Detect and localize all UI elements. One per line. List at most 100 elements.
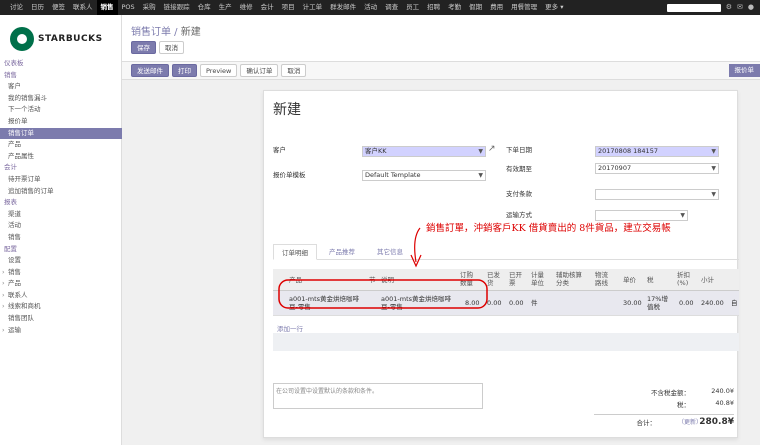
cell-discount: 0.00 (679, 299, 694, 307)
settings-icon[interactable]: ⚙ (726, 0, 732, 15)
top-menu-item[interactable]: 调查 (381, 0, 402, 15)
print-button[interactable]: 打印 (172, 64, 197, 77)
total-value: 280.8¥ (699, 417, 734, 427)
sidebar-item[interactable]: 产品 (0, 139, 122, 151)
top-menu-item[interactable]: 联系人 (69, 0, 97, 15)
validity-value: 20170907 (598, 164, 632, 172)
chevron-down-icon[interactable]: ▼ (680, 211, 685, 220)
send-email-button[interactable]: 发送邮件 (131, 64, 169, 77)
sidebar-item[interactable]: 我的销售漏斗 (0, 93, 122, 105)
top-menu-item[interactable]: 活动 (360, 0, 381, 15)
top-menu-item[interactable]: 招聘 (423, 0, 444, 15)
top-menu-item[interactable]: 生产 (215, 0, 236, 15)
top-menu-item[interactable]: 费用 (486, 0, 507, 15)
top-menu-item[interactable]: 链接跟踪 (160, 0, 194, 15)
col-qty: 订购 数量 (460, 271, 473, 287)
tab-other-info[interactable]: 其它信息 (369, 244, 411, 260)
sidebar-item[interactable]: 销售订单 (0, 127, 122, 140)
preview-button[interactable]: Preview (200, 64, 238, 77)
col-invoiced: 已开票 (509, 271, 522, 287)
terms-textarea[interactable]: 在公司设置中设置默认的条款和条件。 (273, 383, 483, 409)
top-menu-item[interactable]: 日历 (27, 0, 48, 15)
top-menu-item[interactable]: 便签 (48, 0, 69, 15)
chevron-down-icon[interactable]: ▼ (478, 147, 483, 156)
form-sheet: 新建 客户 客户KK ▼ ↗ 报价单模板 Default Template ▼ … (263, 90, 739, 438)
order-date-label: 下单日期 (506, 146, 532, 154)
sidebar-item[interactable]: 客户 (0, 81, 122, 93)
search-bar[interactable] (666, 3, 721, 12)
breadcrumb-parent[interactable]: 销售订单 (131, 27, 171, 38)
sidebar-item[interactable]: 产品属性 (0, 151, 122, 163)
top-menu-item[interactable]: 考勤 (444, 0, 465, 15)
tab-optional-products[interactable]: 产品推荐 (321, 244, 363, 260)
sidebar-item[interactable]: 销售 (0, 267, 122, 279)
col-discount: 折扣 (%) (677, 271, 690, 287)
discard-button[interactable]: 取消 (159, 41, 184, 54)
content-area: 新建 客户 客户KK ▼ ↗ 报价单模板 Default Template ▼ … (122, 80, 760, 445)
cell-invoiced: 0.00 (509, 299, 524, 307)
sidebar-item[interactable]: 下一个活动 (0, 104, 122, 116)
top-menu-item[interactable]: 会计 (257, 0, 278, 15)
chevron-down-icon[interactable]: ▼ (478, 171, 483, 180)
sidebar-item[interactable]: 销售 (0, 232, 122, 244)
cell-qty: 8.00 (465, 299, 480, 307)
breadcrumb: 销售订单 / 新建 (131, 23, 201, 38)
top-menu-item[interactable]: 员工 (402, 0, 423, 15)
cell-product: a001-mts黄金烘焙咖啡豆-零售 (289, 295, 360, 311)
top-menu-item[interactable]: 维修 (236, 0, 257, 15)
breadcrumb-separator: / (171, 27, 181, 38)
company-logo: STARBUCKS (10, 24, 115, 54)
sidebar-item[interactable]: 线索和商机 (0, 301, 122, 313)
template-field[interactable]: Default Template ▼ (362, 170, 486, 181)
tab-order-lines[interactable]: 订单明细 (273, 244, 317, 260)
sidebar-item[interactable]: 设置 (0, 255, 122, 267)
top-menu-item[interactable]: POS (118, 0, 139, 15)
chevron-down-icon[interactable]: ▼ (711, 147, 716, 156)
template-label: 报价单模板 (273, 171, 306, 179)
top-menu-item[interactable]: 用餐管理 (507, 0, 541, 15)
sidebar-item[interactable]: 运输 (0, 325, 122, 337)
sidebar-item[interactable]: 产品 (0, 278, 122, 290)
sidebar-item[interactable]: 联系人 (0, 290, 122, 302)
sidebar-item[interactable]: 活动 (0, 220, 122, 232)
top-menu-item[interactable]: 计工单 (299, 0, 327, 15)
stage-badge: 报价单 (728, 64, 760, 77)
top-menu-item[interactable]: 仓库 (194, 0, 215, 15)
validity-field[interactable]: 20170907 ▼ (595, 163, 719, 174)
top-menu-item[interactable]: 更多 ▾ (541, 0, 567, 15)
save-button[interactable]: 保存 (131, 41, 156, 54)
sidebar-item[interactable]: 会计 (0, 162, 122, 174)
confirm-order-button[interactable]: 确认订单 (240, 64, 279, 77)
customer-field[interactable]: 客户KK ▼ (362, 146, 486, 157)
sidebar-item[interactable]: 销售 (0, 70, 122, 82)
top-menu-item[interactable]: 项目 (278, 0, 299, 15)
table-row[interactable]: a001-mts黄金烘焙咖啡豆-零售 a001-mts黄金烘焙咖啡豆-零售 8.… (273, 291, 739, 316)
top-menu-item[interactable]: 群发邮件 (326, 0, 360, 15)
tax-row: 税： 40.8¥ (594, 399, 734, 411)
top-menu-item[interactable]: 销售 (96, 0, 118, 15)
untaxed-label: 不含税金额： (651, 389, 690, 397)
top-menu-item[interactable]: 假期 (465, 0, 486, 15)
add-line-link[interactable]: 添加一行 (277, 323, 303, 333)
sidebar-item[interactable]: 配置 (0, 244, 122, 256)
top-menu-item[interactable]: 采购 (139, 0, 160, 15)
col-description: 说明 (381, 276, 394, 284)
cancel-order-button[interactable]: 取消 (281, 64, 307, 77)
sidebar-item[interactable]: 待开票订单 (0, 174, 122, 186)
tax-value: 40.8¥ (715, 399, 734, 407)
chat-icon[interactable]: ✉ (737, 0, 743, 15)
payment-terms-field[interactable]: ▼ (595, 189, 719, 200)
sidebar-item[interactable]: 报表 (0, 197, 122, 209)
chevron-down-icon[interactable]: ▼ (711, 164, 716, 173)
user-avatar-icon[interactable]: ● (748, 0, 754, 15)
sidebar-item[interactable]: 追加销售的订单 (0, 186, 122, 198)
sidebar-item[interactable]: 仪表板 (0, 58, 122, 70)
sidebar-item[interactable]: 渠道 (0, 209, 122, 221)
sidebar-item[interactable]: 报价单 (0, 116, 122, 128)
order-date-value: 20170808 184157 (598, 147, 658, 155)
order-date-field[interactable]: 20170808 184157 ▼ (595, 146, 719, 157)
chevron-down-icon[interactable]: ▼ (711, 190, 716, 199)
external-link-icon[interactable]: ↗ (488, 144, 496, 154)
sidebar-item[interactable]: 销售团队 (0, 313, 122, 325)
top-menu-item[interactable]: 讨论 (6, 0, 27, 15)
